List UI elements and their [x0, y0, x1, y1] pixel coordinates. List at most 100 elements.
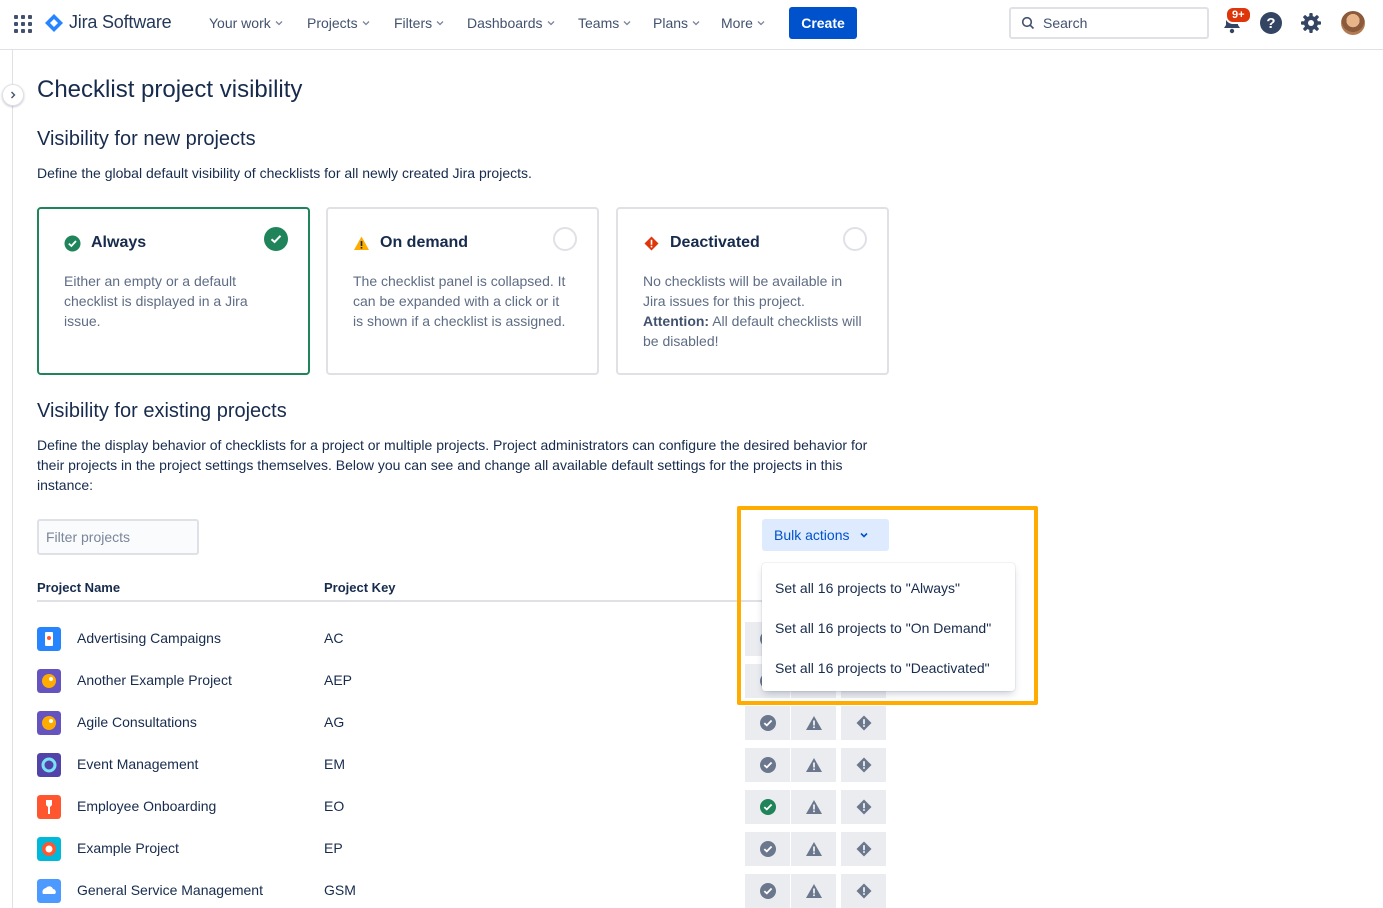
search-icon [1021, 16, 1035, 30]
always-option[interactable] [745, 706, 790, 740]
help-icon[interactable]: ? [1260, 12, 1282, 34]
project-avatar-icon [37, 627, 61, 651]
deactivated-option[interactable] [841, 790, 886, 824]
search-input[interactable]: Search [1009, 7, 1209, 39]
project-name[interactable]: Employee Onboarding [77, 798, 216, 814]
visibility-card-always[interactable]: Always Either an empty or a default chec… [37, 207, 310, 375]
project-key: AEP [324, 672, 353, 688]
on-demand-option[interactable] [791, 790, 836, 824]
table-row: Agile Consultations AG [37, 702, 887, 744]
sidebar-rail [12, 50, 13, 908]
card-title-text: Deactivated [670, 234, 760, 251]
check-circle-icon [759, 841, 776, 857]
menu-item-set-always[interactable]: Set all 16 projects to "Always" [762, 568, 1015, 608]
project-name[interactable]: Another Example Project [77, 672, 232, 688]
user-avatar[interactable] [1341, 11, 1365, 35]
visibility-card-on-demand[interactable]: On demand The checklist panel is collaps… [326, 207, 599, 375]
card-desc-attention: Attention: [643, 313, 710, 329]
filter-projects-input[interactable] [37, 519, 199, 555]
check-circle-icon [64, 235, 81, 251]
warning-icon [805, 758, 822, 772]
error-diamond-icon [856, 883, 871, 899]
nav-teams[interactable]: Teams [578, 15, 631, 31]
project-avatar-icon [37, 795, 61, 819]
column-header-project-name[interactable]: Project Name [37, 580, 120, 595]
check-circle-icon [759, 799, 776, 815]
always-option[interactable] [745, 790, 790, 824]
radio-selected[interactable] [264, 227, 288, 251]
project-name[interactable]: General Service Management [77, 882, 263, 898]
nav-filters[interactable]: Filters [394, 15, 444, 31]
project-avatar-icon [37, 879, 61, 903]
deactivated-option[interactable] [841, 706, 886, 740]
project-key: AG [324, 714, 345, 730]
chevron-down-icon [757, 21, 765, 26]
card-title: Deactivated [643, 234, 760, 252]
project-name[interactable]: Advertising Campaigns [77, 630, 221, 646]
nav-more[interactable]: More [721, 15, 765, 31]
project-name[interactable]: Agile Consultations [77, 714, 197, 730]
check-circle-icon [759, 757, 776, 773]
project-key: AC [324, 630, 344, 646]
bulk-actions-label: Bulk actions [774, 527, 850, 543]
project-avatar-icon [37, 669, 61, 693]
menu-item-set-on-demand[interactable]: Set all 16 projects to "On Demand" [762, 608, 1015, 648]
app-switcher-icon[interactable] [14, 15, 32, 33]
logo-text: Jira Software [69, 12, 172, 32]
expand-sidebar-button[interactable] [2, 84, 24, 106]
table-row: Event Management EM [37, 744, 887, 786]
nav-label: Your work [209, 15, 271, 31]
project-name[interactable]: Event Management [77, 756, 198, 772]
check-circle-icon [759, 883, 776, 899]
project-avatar-icon [37, 753, 61, 777]
nav-label: More [721, 15, 753, 31]
card-description: No checklists will be available in Jira … [643, 271, 863, 351]
gear-icon[interactable] [1299, 11, 1323, 35]
always-option[interactable] [745, 832, 790, 866]
nav-label: Filters [394, 15, 433, 31]
create-button[interactable]: Create [789, 7, 857, 39]
nav-label: Projects [307, 15, 358, 31]
column-header-project-key[interactable]: Project Key [324, 580, 396, 595]
deactivated-option[interactable] [841, 748, 886, 782]
card-description: Either an empty or a default checklist i… [64, 273, 248, 329]
card-title: Always [64, 234, 146, 252]
project-key: EM [324, 756, 345, 772]
always-option[interactable] [745, 874, 790, 908]
nav-your-work[interactable]: Your work [209, 15, 283, 31]
project-name[interactable]: Example Project [77, 840, 179, 856]
nav-label: Plans [653, 15, 689, 31]
chevron-down-icon [547, 21, 554, 26]
table-row: Example Project EP [37, 828, 887, 870]
radio-unselected[interactable] [843, 227, 867, 251]
on-demand-option[interactable] [791, 748, 836, 782]
always-option[interactable] [745, 748, 790, 782]
project-key: EP [324, 840, 343, 856]
deactivated-option[interactable] [841, 874, 886, 908]
nav-plans[interactable]: Plans [653, 15, 700, 31]
warning-icon [805, 716, 822, 730]
on-demand-option[interactable] [791, 706, 836, 740]
new-projects-description: Define the global default visibility of … [37, 165, 532, 181]
error-diamond-icon [644, 236, 659, 250]
card-title: On demand [353, 234, 468, 252]
check-circle-icon [759, 715, 776, 731]
bulk-actions-button[interactable]: Bulk actions [762, 519, 889, 551]
warning-icon [805, 800, 822, 814]
warning-icon [354, 236, 369, 250]
on-demand-option[interactable] [791, 874, 836, 908]
nav-dashboards[interactable]: Dashboards [467, 15, 555, 31]
menu-item-set-deactivated[interactable]: Set all 16 projects to "Deactivated" [762, 648, 1015, 688]
card-title-text: Always [91, 234, 147, 251]
card-title-text: On demand [380, 234, 469, 251]
nav-projects[interactable]: Projects [307, 15, 370, 31]
jira-logo[interactable]: Jira Software [45, 12, 172, 33]
on-demand-option[interactable] [791, 832, 836, 866]
visibility-card-deactivated[interactable]: Deactivated No checklists will be availa… [616, 207, 889, 375]
existing-projects-description: Define the display behavior of checklist… [37, 437, 868, 493]
deactivated-option[interactable] [841, 832, 886, 866]
top-navigation: Jira Software Your work Projects Filters… [0, 0, 1383, 50]
radio-unselected[interactable] [553, 227, 577, 251]
project-avatar-icon [37, 837, 61, 861]
notification-badge: 9+ [1225, 6, 1252, 24]
